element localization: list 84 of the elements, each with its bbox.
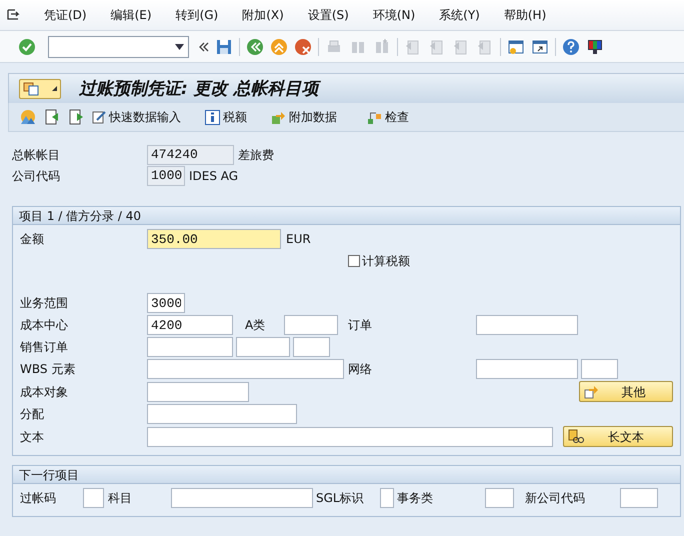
company-name: IDES AG (189, 168, 238, 185)
arrow-icon (271, 110, 286, 124)
screen-menu-button[interactable] (19, 78, 61, 98)
menu-item[interactable]: 凭证(D) (44, 6, 87, 24)
field-label: 过帐码 (20, 491, 56, 505)
new-company-code-field[interactable] (620, 488, 658, 508)
wbs-field[interactable] (147, 359, 344, 379)
account-description: 差旅费 (238, 147, 274, 164)
field-label: 总帐帐目 (12, 148, 60, 162)
field-label: 成本中心 (20, 318, 68, 332)
amount-field[interactable]: 350.00 (147, 229, 281, 249)
sales-order-schedule-field[interactable] (293, 337, 330, 357)
check-button[interactable]: 检查 (367, 108, 409, 126)
network-activity-field[interactable] (581, 359, 618, 379)
order-field[interactable] (476, 315, 578, 335)
field-label: 事务类 (397, 491, 433, 505)
gl-account-field: 474240 (147, 145, 234, 165)
screen-icon (23, 82, 39, 96)
glasses-icon (568, 429, 584, 444)
cancel-icon[interactable] (294, 38, 312, 56)
enter-icon[interactable] (18, 38, 36, 56)
field-label: 成本对象 (20, 384, 68, 398)
field-label: SGL标识 (316, 491, 364, 505)
arrow-icon (584, 384, 599, 399)
long-text-button[interactable]: 长文本 (563, 426, 673, 447)
cost-object-field[interactable] (147, 382, 249, 402)
field-label: 销售订单 (20, 340, 68, 354)
next-document-icon[interactable] (67, 108, 85, 126)
dropdown-icon (175, 44, 184, 50)
field-label: WBS 元素 (20, 362, 76, 376)
menu-item[interactable]: 编辑(E) (110, 6, 152, 24)
shortcut-icon[interactable] (531, 38, 549, 56)
field-label: 业务范围 (20, 296, 68, 310)
network-field[interactable] (476, 359, 578, 379)
screen-title: 过账预制凭证: 更改 总帐科目项 (79, 80, 319, 98)
field-label: 文本 (20, 430, 44, 444)
company-code-field: 1000 (147, 166, 185, 186)
collapse-icon[interactable] (199, 42, 209, 52)
previous-document-icon[interactable] (43, 108, 61, 126)
menu-item[interactable]: 环境(N) (372, 6, 416, 24)
menu-item[interactable]: 附加(X) (242, 6, 284, 24)
save-icon[interactable] (215, 38, 233, 56)
field-label: 订单 (348, 318, 372, 332)
special-gl-field[interactable] (380, 488, 394, 508)
hierarchy-icon (367, 110, 382, 124)
back-icon[interactable] (246, 38, 264, 56)
assignment-field[interactable] (147, 404, 297, 424)
more-button[interactable]: 其他 (579, 381, 673, 402)
info-icon (205, 110, 220, 124)
cost-center-field[interactable]: 4200 (147, 315, 233, 335)
menu-item[interactable]: 设置(S) (308, 6, 349, 24)
field-label: 新公司代码 (525, 491, 585, 505)
monitor-icon[interactable] (586, 38, 604, 56)
field-label: 分配 (20, 407, 44, 421)
calculate-tax-checkbox[interactable]: 计算税额 (348, 252, 410, 270)
account-field[interactable] (171, 488, 313, 508)
new-window-icon[interactable] (507, 38, 525, 56)
field-label: 金额 (20, 232, 44, 246)
caret-icon (52, 86, 57, 91)
a-type-field[interactable] (284, 315, 338, 335)
currency: EUR (286, 231, 311, 248)
exit-icon[interactable] (270, 38, 288, 56)
menu-item[interactable]: 转到(G) (176, 6, 218, 24)
menu-item[interactable]: 帮助(H) (504, 6, 546, 24)
display-icon[interactable] (19, 108, 37, 126)
field-label: 公司代码 (12, 169, 60, 183)
transaction-type-field[interactable] (485, 488, 514, 508)
command-field[interactable] (48, 36, 189, 58)
field-label: A类 (245, 318, 266, 332)
sales-order-field[interactable] (147, 337, 233, 357)
additional-data-button[interactable]: 附加数据 (271, 108, 337, 126)
menu-icon[interactable] (6, 8, 20, 22)
field-label: 科目 (108, 491, 132, 505)
tax-button[interactable]: 税额 (205, 108, 247, 126)
panel-header: 下一行项目 (13, 466, 680, 484)
sales-order-item-field[interactable] (236, 337, 290, 357)
posting-key-field[interactable] (83, 488, 104, 508)
field-label: 网络 (348, 362, 372, 376)
fast-entry-button[interactable]: 快速数据输入 (91, 108, 181, 126)
panel-header: 项目 1 / 借方分录 / 40 (13, 207, 680, 225)
text-field[interactable] (147, 426, 553, 446)
help-icon[interactable] (562, 38, 580, 56)
menu-item[interactable]: 系统(Y) (439, 6, 480, 24)
pen-icon (91, 109, 107, 125)
